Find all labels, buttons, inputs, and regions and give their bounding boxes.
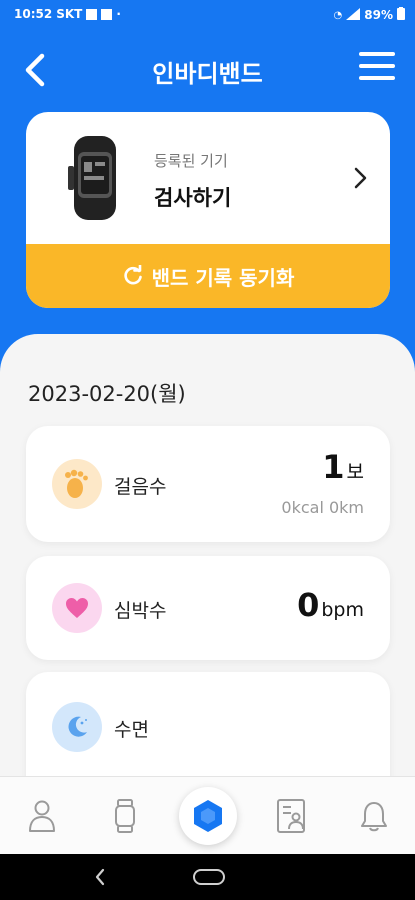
- moon-icon: [52, 702, 102, 752]
- system-back-icon[interactable]: [92, 866, 108, 888]
- hexagon-icon: [193, 800, 222, 832]
- nav-home[interactable]: [166, 777, 249, 855]
- battery-icon: [397, 7, 405, 23]
- status-time: 10:52: [14, 7, 53, 21]
- steps-value: 1 보: [322, 448, 364, 486]
- steps-calories-distance: 0kcal 0km: [281, 498, 364, 517]
- nav-notifications[interactable]: [332, 777, 415, 855]
- notification-icon: [86, 8, 98, 20]
- menu-button[interactable]: [359, 52, 395, 86]
- home-center-button[interactable]: [178, 787, 237, 845]
- hamburger-icon-bar: [359, 76, 395, 80]
- nav-report[interactable]: [249, 777, 332, 855]
- bell-icon: [360, 802, 387, 832]
- daily-content: 2023-02-20(월) 걸음수 1 보 0kcal 0km 심박수 0 bp…: [0, 334, 415, 784]
- heart-rate-label: 심박수: [114, 600, 167, 622]
- notification-icon: [101, 8, 113, 20]
- heart-rate-value: 0 bpm: [297, 586, 364, 624]
- nav-profile[interactable]: [0, 777, 83, 855]
- device-name: 검사하기: [154, 186, 232, 210]
- device-card[interactable]: 등록된 기기 검사하기 밴드 기록 동기화: [26, 112, 390, 308]
- status-bar: 10:52 SKT · ◔ 89%: [0, 0, 415, 28]
- system-home-button[interactable]: [193, 869, 225, 885]
- steps-count: 1: [322, 448, 345, 486]
- system-nav-bar: [0, 854, 415, 900]
- bottom-nav: [0, 776, 415, 854]
- page-title: 인바디밴드: [152, 60, 263, 88]
- steps-label: 걸음수: [114, 476, 167, 498]
- current-date: 2023-02-20(월): [28, 382, 186, 406]
- battery-level: 89%: [364, 8, 393, 22]
- refresh-icon: [123, 265, 142, 285]
- sleep-card[interactable]: 수면: [26, 672, 390, 784]
- band-device-image: [68, 136, 116, 220]
- wifi-icon: ◔: [333, 9, 343, 21]
- footprint-icon: [52, 459, 102, 509]
- heart-rate-card[interactable]: 심박수 0 bpm: [26, 556, 390, 660]
- chevron-right-icon[interactable]: [352, 166, 368, 190]
- more-notifications-icon: ·: [116, 7, 121, 21]
- person-icon: [28, 800, 55, 832]
- status-carrier: SKT: [56, 7, 83, 21]
- steps-unit: 보: [346, 461, 364, 483]
- watch-icon: [114, 799, 135, 833]
- hamburger-icon-bar: [359, 64, 395, 68]
- heart-rate-unit: bpm: [321, 599, 364, 621]
- heart-rate-count: 0: [297, 586, 320, 624]
- sync-band-button[interactable]: 밴드 기록 동기화: [26, 244, 390, 308]
- device-subtitle: 등록된 기기: [154, 152, 228, 170]
- heart-icon: [52, 583, 102, 633]
- sync-button-label: 밴드 기록 동기화: [151, 265, 295, 290]
- nav-band[interactable]: [83, 777, 166, 855]
- sleep-label: 수면: [114, 719, 149, 741]
- hamburger-icon-bar: [359, 52, 395, 56]
- signal-icon: [346, 7, 361, 23]
- steps-card[interactable]: 걸음수 1 보 0kcal 0km: [26, 426, 390, 542]
- report-icon: [276, 799, 305, 833]
